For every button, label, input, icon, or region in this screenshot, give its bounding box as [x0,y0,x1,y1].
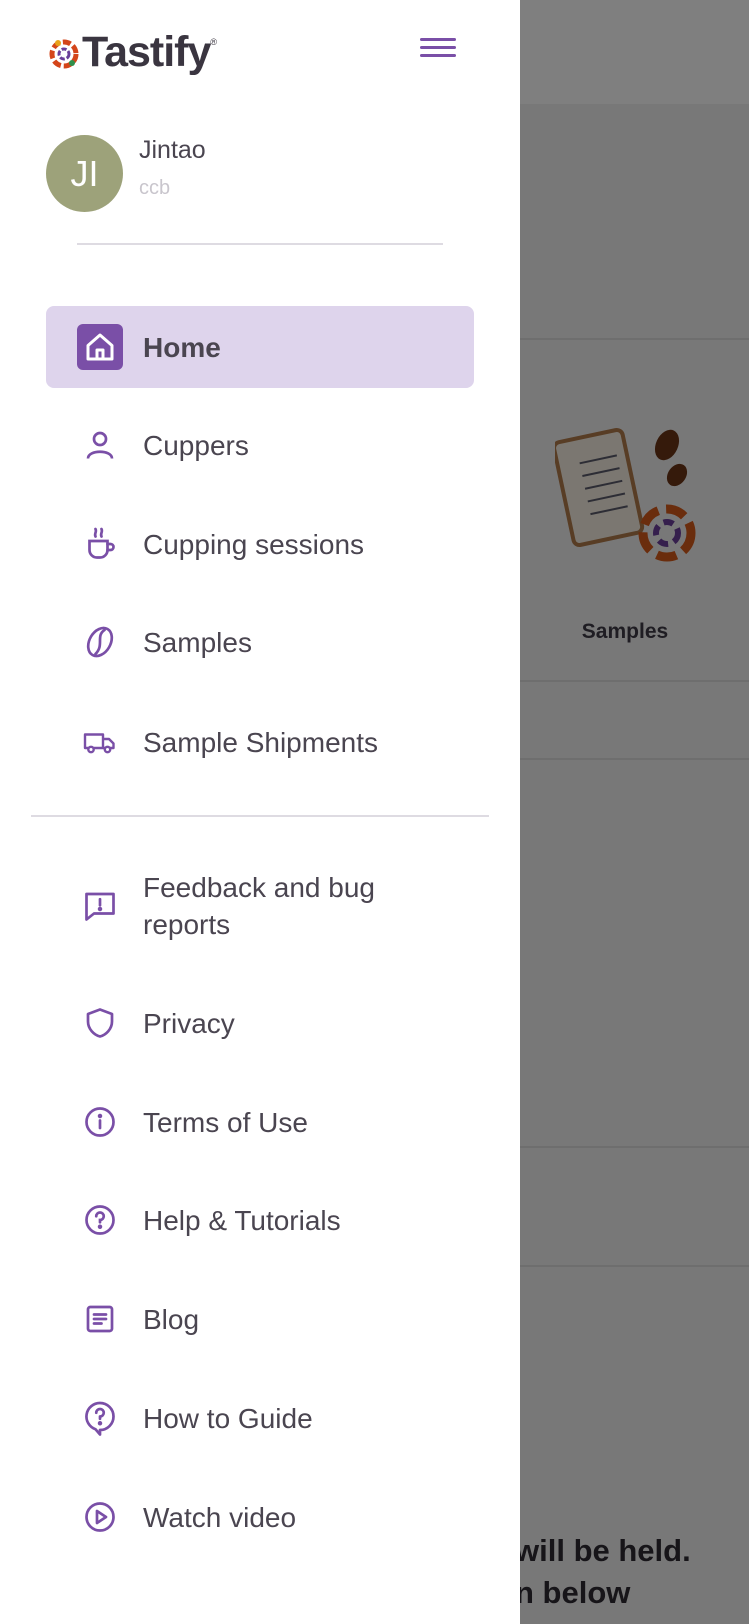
sidebar-item-label: Watch video [143,1501,297,1533]
help-icon [77,1197,123,1243]
sidebar-item-label: Help & Tutorials [143,1204,341,1236]
person-icon [77,422,123,468]
sidebar-item-samples[interactable]: Samples [46,601,474,683]
trademark-symbol: ® [210,36,218,47]
sidebar-item-home[interactable]: Home [46,306,474,388]
coffee-bean-icon [77,619,123,665]
sidebar-item-terms[interactable]: Terms of Use [46,1081,474,1163]
home-icon [77,324,123,370]
hamburger-menu-icon[interactable] [420,38,456,66]
sidebar-item-cupping-sessions[interactable]: Cupping sessions [46,503,474,585]
sidebar-item-how-to-guide[interactable]: How to Guide [46,1377,474,1459]
cup-icon [77,521,123,567]
tastify-logo-icon [49,39,79,68]
sidebar-item-label: Home [143,331,221,363]
navigation-drawer: Tastify ® JI Jintao ccb Home Cuppers Cup… [0,0,520,1624]
sidebar-item-watch-video[interactable]: Watch video [46,1476,474,1558]
sidebar-item-sample-shipments[interactable]: Sample Shipments [46,701,474,783]
sidebar-item-label: Cuppers [143,429,249,461]
guide-icon [77,1395,123,1441]
sidebar-item-feedback[interactable]: Feedback and bug reports [46,865,474,947]
sidebar-item-label: Feedback and bug reports [143,872,375,940]
avatar[interactable]: JI [46,135,123,212]
sidebar-item-label: Terms of Use [143,1106,308,1138]
app-name: Tastify [82,28,211,76]
feedback-icon [77,883,123,929]
play-icon [77,1494,123,1540]
article-icon [77,1296,123,1342]
sidebar-item-label: Blog [143,1303,200,1335]
sidebar-item-label: Samples [143,626,252,658]
sidebar-item-blog[interactable]: Blog [46,1278,474,1360]
user-name: Jintao [139,136,206,164]
divider [31,815,489,817]
sidebar-item-help[interactable]: Help & Tutorials [46,1179,474,1261]
app-logo: Tastify ® [48,28,217,77]
sidebar-item-cuppers[interactable]: Cuppers [46,404,474,486]
user-organization: ccb [139,177,171,199]
sidebar-item-privacy[interactable]: Privacy [46,982,474,1064]
info-icon [77,1099,123,1145]
sidebar-item-label: Sample Shipments [143,726,379,758]
sidebar-item-label: Privacy [143,1007,235,1039]
sidebar-item-label: Cupping sessions [143,528,365,560]
truck-icon [77,719,123,765]
shield-icon [77,1000,123,1046]
divider [77,243,443,245]
sidebar-item-label: How to Guide [143,1402,313,1434]
